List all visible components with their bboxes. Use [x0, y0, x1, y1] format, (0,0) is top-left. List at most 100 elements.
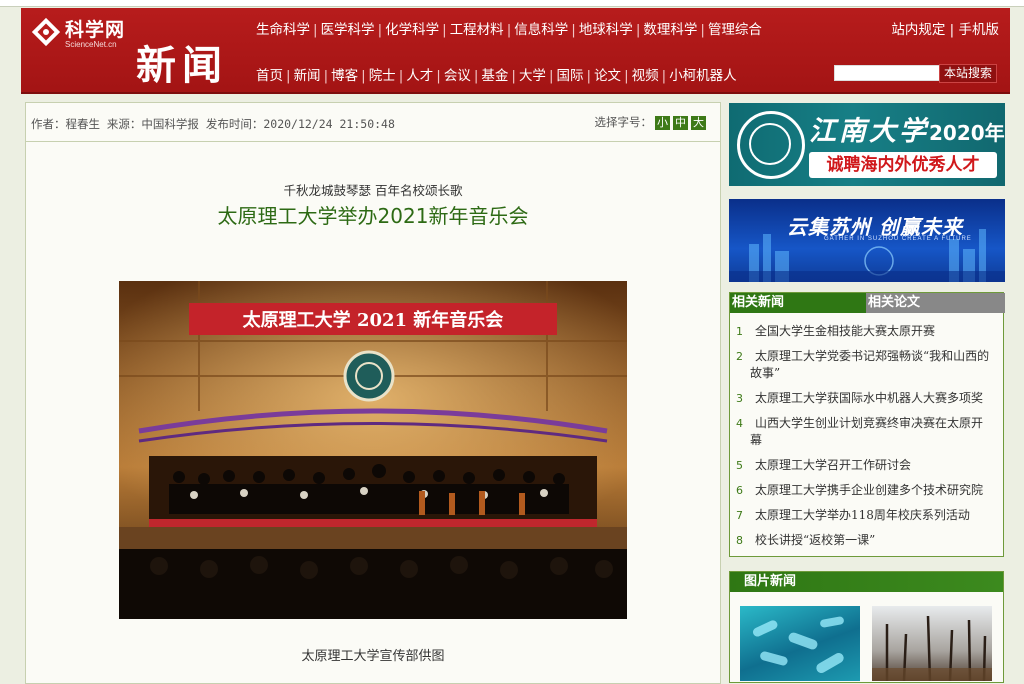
article-panel: 作者：程春生 来源：中国科学报 发布时间：2020/12/24 21:50:48… [25, 102, 721, 684]
related-news-number: 1 [736, 325, 743, 338]
primary-nav-item[interactable]: 医学科学 [321, 22, 375, 38]
related-news-title[interactable]: 全国大学生金相技能大赛太原开赛 [755, 324, 935, 338]
primary-nav-item[interactable]: 生命科学 [256, 22, 310, 38]
secondary-nav-item[interactable]: 论文 [594, 68, 621, 84]
site-logo[interactable]: 科学网 ScienceNet.cn [29, 13, 139, 55]
primary-nav-item[interactable]: 数理科学 [643, 22, 697, 38]
picture-news-thumbnail[interactable] [740, 606, 860, 681]
header-right-links: 站内规定 | 手机版 [891, 18, 999, 38]
mobile-link[interactable]: 手机版 [959, 22, 1000, 38]
font-size-selector: 选择字号：小中大 [594, 114, 706, 130]
secondary-nav-item[interactable]: 大学 [519, 68, 546, 84]
article-meta: 作者：程春生 来源：中国科学报 发布时间：2020/12/24 21:50:48 [31, 117, 395, 131]
suzhou-ad[interactable]: 云集苏州 创赢未来 GATHER IN SUZHOU CREATE A FUTU… [729, 199, 1005, 282]
separator: | [635, 22, 641, 38]
separator: | [661, 68, 667, 84]
related-news-title[interactable]: 太原理工大学举办118周年校庆系列活动 [755, 508, 970, 522]
search-button[interactable]: 本站搜索 [939, 64, 998, 83]
separator: | [700, 22, 705, 38]
secondary-nav-item[interactable]: 视频 [632, 68, 659, 84]
jiangnan-university-ad[interactable]: 江南大学 2020年 诚聘海内外优秀人才 [729, 103, 1005, 186]
primary-nav-item[interactable]: 化学科学 [385, 22, 439, 38]
related-news-title[interactable]: 太原理工大学获国际水中机器人大赛多项奖 [755, 391, 983, 405]
secondary-nav-item[interactable]: 院士 [369, 68, 396, 84]
related-news-number: 7 [736, 509, 743, 522]
related-news-item[interactable]: 3 太原理工大学获国际水中机器人大赛多项奖 [736, 390, 992, 407]
tab-related-news[interactable]: 相关新闻 [730, 293, 868, 313]
related-news-item[interactable]: 1 全国大学生金相技能大赛太原开赛 [736, 323, 992, 340]
primary-nav: 生命科学 | 医学科学 | 化学科学 | 工程材料 | 信息科学 | 地球科学 | 数理科学 | 管理综合 [256, 18, 762, 38]
article-subtitle: 千秋龙城鼓琴瑟 百年名校颂长歌 [283, 183, 463, 198]
separator: | [398, 68, 404, 84]
secondary-nav-item[interactable]: 人才 [406, 68, 433, 84]
secondary-nav-item[interactable]: 博客 [331, 68, 358, 84]
concert-photo-illustration: 太原理工大学 2021 新年音乐会 [119, 281, 627, 619]
primary-nav-item[interactable]: 信息科学 [514, 22, 568, 38]
separator: | [361, 68, 366, 84]
photo-caption: 太原理工大学宣传部供图 [301, 649, 445, 664]
primary-nav-item[interactable]: 工程材料 [450, 22, 504, 38]
related-news-item[interactable]: 6 太原理工大学携手企业创建多个技术研究院 [736, 482, 992, 499]
font-size-label: 选择字号： [594, 115, 653, 129]
site-rules-link[interactable]: 站内规定 [891, 22, 945, 38]
related-news-list: 1 全国大学生金相技能大赛太原开赛 2 太原理工大学党委书记郑强畅谈“我和山西的故事”… [736, 323, 992, 557]
related-news-number: 5 [736, 459, 743, 472]
related-news-number: 3 [736, 392, 743, 405]
font-size-small-button[interactable]: 小 [655, 116, 670, 130]
related-news-title[interactable]: 太原理工大学携手企业创建多个技术研究院 [755, 483, 983, 497]
ad-university-name: 江南大学 [809, 116, 929, 147]
primary-nav-item[interactable]: 地球科学 [579, 22, 633, 38]
picture-news-heading: 图片新闻 [730, 572, 1003, 592]
separator: | [436, 68, 441, 84]
search-input[interactable] [834, 65, 940, 81]
related-news-number: 4 [736, 417, 743, 430]
font-size-large-button[interactable]: 大 [691, 116, 706, 130]
secondary-nav: 首页 | 新闻 | 博客 | 院士 | 人才 | 会议 | 基金 | 大学 | 国际 | 论文 | 视频 | 小柯机器人 [256, 64, 737, 84]
separator: | [949, 22, 959, 38]
separator: | [473, 68, 479, 84]
separator: | [286, 68, 291, 84]
picture-news-box: 图片新闻 [729, 571, 1004, 683]
related-news-title[interactable]: 校长讲授“返校第一课” [755, 533, 875, 547]
related-news-title[interactable]: 太原理工大学党委书记郑强畅谈“我和山西的故事” [750, 349, 989, 380]
separator: | [586, 68, 592, 84]
article-title: 太原理工大学举办2021新年音乐会 [217, 204, 529, 228]
article-meta-bar: 作者：程春生 来源：中国科学报 发布时间：2020/12/24 21:50:48… [26, 103, 720, 142]
separator: | [377, 22, 383, 38]
font-size-medium-button[interactable]: 中 [673, 116, 688, 130]
separator: | [323, 68, 329, 84]
related-news-box: 相关新闻 相关论文 1 全国大学生金相技能大赛太原开赛 2 太原理工大学党委书记郑强畅… [729, 292, 1005, 557]
secondary-nav-item[interactable]: 会议 [444, 68, 471, 84]
logo-domain: ScienceNet.cn [65, 40, 117, 49]
related-news-item[interactable]: 4 山西大学生创业计划竞赛终审决赛在太原开幕 [736, 415, 992, 449]
secondary-nav-item[interactable]: 小柯机器人 [669, 68, 737, 84]
related-news-number: 6 [736, 484, 743, 497]
separator: | [511, 68, 516, 84]
top-strip [0, 0, 1024, 7]
primary-nav-item[interactable]: 管理综合 [708, 22, 762, 38]
university-seal-icon [737, 111, 805, 179]
secondary-nav-item[interactable]: 新闻 [294, 68, 321, 84]
related-news-item[interactable]: 7 太原理工大学举办118周年校庆系列活动 [736, 507, 992, 524]
logo-emblem-icon [31, 17, 61, 47]
secondary-nav-item[interactable]: 基金 [481, 68, 508, 84]
ad-slogan: 诚聘海内外优秀人才 [809, 152, 997, 178]
related-news-title[interactable]: 太原理工大学召开工作研讨会 [755, 458, 911, 472]
related-news-item[interactable]: 5 太原理工大学召开工作研讨会 [736, 457, 992, 474]
tab-related-papers[interactable]: 相关论文 [866, 293, 1005, 313]
separator: | [571, 22, 576, 38]
logo-text: 科学网 [65, 19, 126, 41]
section-title: 新闻 [136, 42, 228, 89]
picture-news-thumbnail[interactable] [872, 606, 992, 681]
secondary-nav-item[interactable]: 首页 [256, 68, 283, 84]
related-news-item[interactable]: 8 校长讲授“返校第一课” [736, 532, 992, 549]
secondary-nav-item[interactable]: 国际 [557, 68, 584, 84]
separator: | [313, 22, 318, 38]
ad-year: 2020年 [929, 121, 1005, 145]
burnt-forest-image [872, 615, 992, 681]
related-news-number: 2 [736, 350, 743, 363]
related-news-title[interactable]: 山西大学生创业计划竞赛终审决赛在太原开幕 [750, 416, 983, 447]
related-news-item[interactable]: 2 太原理工大学党委书记郑强畅谈“我和山西的故事” [736, 348, 992, 382]
separator: | [506, 22, 512, 38]
article-photo: 太原理工大学 2021 新年音乐会 [119, 281, 627, 619]
